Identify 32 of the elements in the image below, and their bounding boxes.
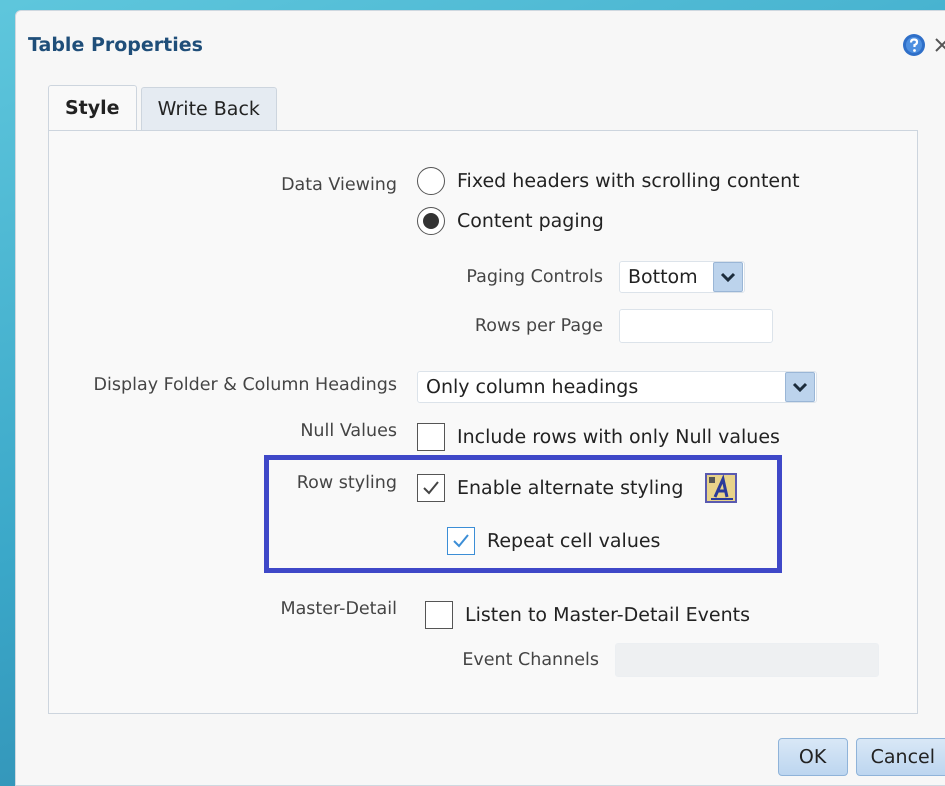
checkbox[interactable] bbox=[425, 601, 453, 629]
radio-button[interactable] bbox=[417, 167, 445, 195]
field-label: Data Viewing bbox=[280, 174, 397, 197]
checkbox-label: Repeat cell values bbox=[487, 530, 660, 552]
headings-dropdown[interactable]: Only column headings bbox=[417, 371, 817, 403]
field-label: Display Folder & Column Headings bbox=[92, 374, 397, 397]
field-label: Null Values bbox=[299, 420, 397, 443]
field-label: Rows per Page bbox=[474, 316, 603, 336]
dialog-button[interactable]: Cancel bbox=[856, 738, 945, 776]
field-label: Event Channels bbox=[461, 650, 599, 670]
checkbox-label: Listen to Master-Detail Events bbox=[465, 604, 750, 626]
checkbox-label: Include rows with only Null values bbox=[457, 426, 780, 448]
field-label: Paging Controls bbox=[465, 267, 603, 287]
radio-label: Content paging bbox=[457, 210, 604, 232]
rows-per-page-field[interactable] bbox=[619, 309, 773, 343]
radio-label: Fixed headers with scrolling content bbox=[457, 170, 800, 192]
radio-button[interactable] bbox=[417, 207, 445, 235]
paging-controls-dropdown[interactable]: Bottom bbox=[619, 261, 745, 293]
help-icon[interactable] bbox=[902, 33, 926, 57]
tab[interactable]: Style bbox=[48, 85, 137, 131]
checkbox[interactable] bbox=[417, 474, 445, 502]
field-label: Row styling bbox=[296, 472, 397, 495]
dialog-button[interactable]: OK bbox=[778, 738, 848, 776]
field-label: Master-Detail bbox=[279, 598, 397, 621]
dialog-title: Table Properties bbox=[28, 34, 204, 56]
tab[interactable]: Write Back bbox=[140, 87, 277, 131]
dropdown-caret-icon[interactable] bbox=[785, 372, 815, 402]
checkbox-label: Enable alternate styling bbox=[457, 477, 684, 499]
dropdown-caret-icon[interactable] bbox=[713, 262, 743, 292]
checkbox[interactable] bbox=[447, 527, 475, 555]
checkbox[interactable] bbox=[417, 423, 445, 451]
style-editor-icon[interactable] bbox=[705, 473, 738, 503]
